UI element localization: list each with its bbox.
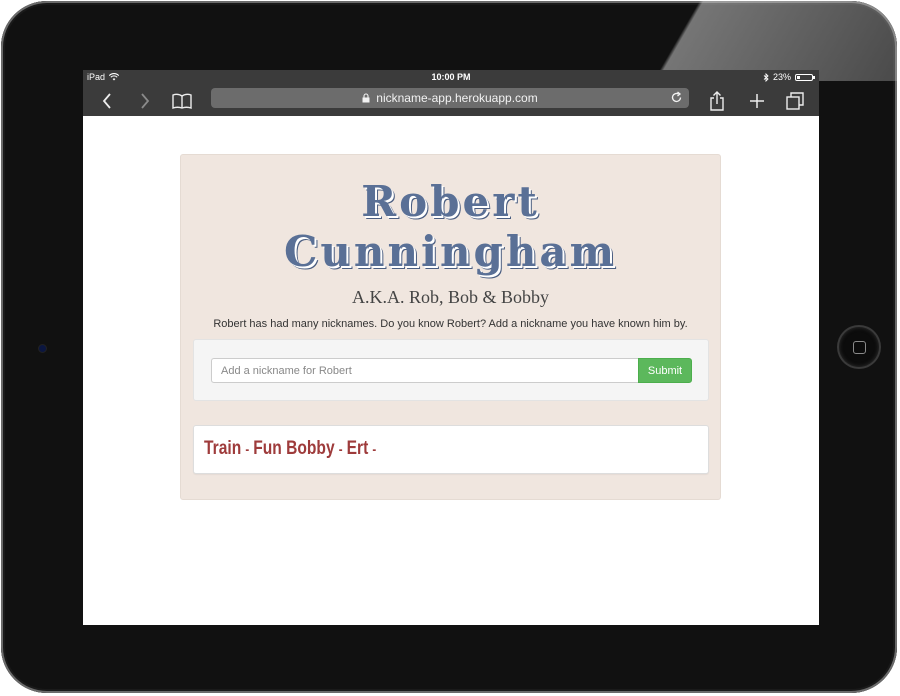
url-text: nickname-app.herokuapp.com — [376, 91, 538, 105]
home-square-icon — [852, 340, 866, 354]
nickname-input[interactable] — [211, 358, 638, 383]
nickname-separator: - — [372, 441, 377, 457]
nickname-item: Ert — [346, 438, 369, 459]
camera-icon — [39, 345, 46, 352]
submit-button[interactable]: Submit — [638, 358, 692, 383]
address-bar[interactable]: nickname-app.herokuapp.com — [211, 88, 689, 108]
lock-icon — [362, 93, 370, 103]
bluetooth-icon — [763, 72, 769, 82]
name-last: Cunningham — [283, 227, 618, 276]
tabs-button[interactable] — [784, 86, 806, 116]
web-page: Robert Cunningham A.K.A. Rob, Bob & Bobb… — [83, 116, 819, 625]
reload-icon[interactable] — [670, 91, 683, 104]
status-bar: iPad 10:00 PM 23% — [83, 70, 819, 86]
back-button[interactable] — [97, 86, 117, 116]
battery-level — [797, 75, 800, 79]
forward-icon — [141, 93, 150, 109]
nickname-item: Fun Bobby — [253, 438, 335, 459]
nickname-item: Train — [204, 438, 242, 459]
page-title: Robert Cunningham — [181, 177, 720, 277]
nickname-form: Submit — [193, 339, 709, 401]
aka-subtitle: A.K.A. Rob, Bob & Bobby — [351, 287, 549, 307]
new-tab-button[interactable] — [746, 86, 768, 116]
battery-percent: 23% — [772, 72, 791, 82]
profile-card: Robert Cunningham A.K.A. Rob, Bob & Bobb… — [180, 154, 721, 500]
bookmarks-icon — [172, 93, 192, 109]
screen: iPad 10:00 PM 23% nickname-app.herokuapp… — [83, 70, 819, 625]
nickname-panel: Train - Fun Bobby - Ert - — [193, 425, 709, 474]
battery-icon — [795, 73, 815, 81]
tabs-icon — [786, 92, 804, 110]
browser-toolbar: nickname-app.herokuapp.com — [83, 86, 819, 116]
nickname-separator: - — [245, 441, 250, 457]
ipad-frame: iPad 10:00 PM 23% nickname-app.herokuapp… — [1, 1, 897, 693]
home-button[interactable] — [839, 327, 879, 367]
description-text: Robert has had many nicknames. Do you kn… — [213, 318, 688, 330]
forward-button[interactable] — [135, 86, 155, 116]
nickname-list: Train - Fun Bobby - Ert - — [204, 438, 380, 460]
bookmarks-button[interactable] — [171, 86, 193, 116]
nickname-separator: - — [338, 441, 343, 457]
clock: 10:00 PM — [431, 72, 471, 82]
share-button[interactable] — [706, 86, 728, 116]
name-first: Robert — [361, 177, 540, 226]
share-icon — [710, 91, 724, 111]
back-icon — [102, 93, 111, 109]
frame-gloss — [537, 1, 897, 81]
new-tab-icon — [750, 94, 764, 108]
